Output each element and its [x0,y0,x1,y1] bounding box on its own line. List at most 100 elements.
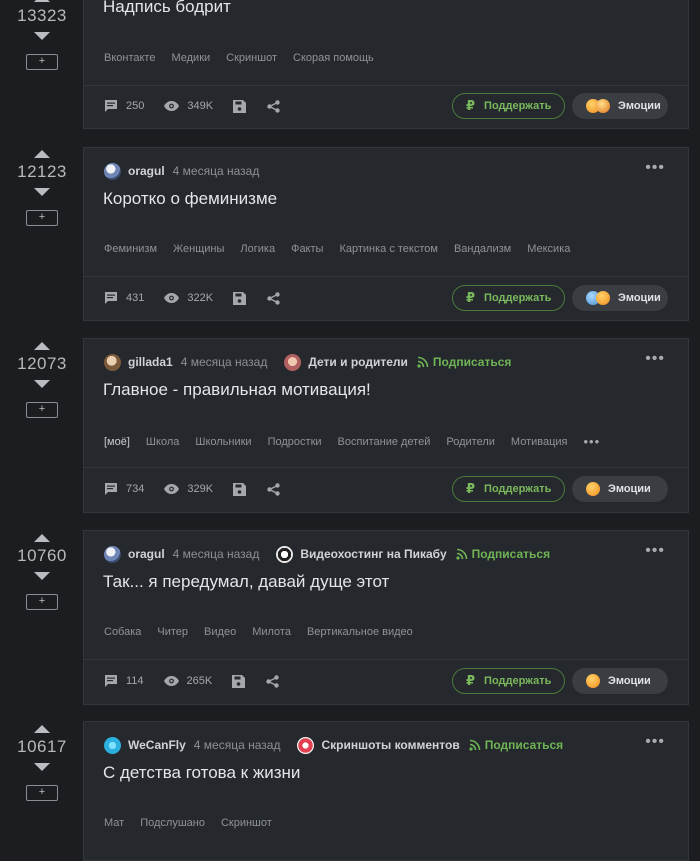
support-button[interactable]: ₽ Поддержать [452,476,565,502]
subscribe-label: Подписаться [432,355,512,369]
rss-icon [417,356,429,368]
share-icon [267,482,280,496]
tag[interactable]: Читер [157,626,188,638]
author-name[interactable]: oragul [128,164,165,178]
tag[interactable]: Подслушано [140,817,205,829]
support-button[interactable]: ₽ Поддержать [452,93,565,119]
ruble-icon: ₽ [466,98,476,113]
tag[interactable]: Феминизм [104,243,157,255]
tag[interactable]: Милота [252,626,291,638]
community-link[interactable]: Видеохостинг на Пикабу [276,545,447,563]
community-link[interactable]: Дети и родители [284,353,408,371]
more-dots-icon[interactable]: ••• [645,543,665,559]
upvote-button[interactable] [34,534,50,542]
post-title[interactable]: С детства готова к жизни [103,763,300,783]
rss-icon [469,739,481,751]
community-name: Дети и родители [308,355,408,369]
post-score: 12073 [17,354,67,373]
tag[interactable]: Медики [171,52,210,64]
tag[interactable]: Школа [146,436,179,448]
tag[interactable]: Вандализм [454,243,511,255]
comments-count[interactable]: 431 [104,291,144,305]
downvote-button[interactable] [34,32,50,40]
tag[interactable]: Собака [104,626,141,638]
comments-count[interactable]: 734 [104,482,144,496]
share-button[interactable] [267,99,280,113]
downvote-button[interactable] [34,572,50,580]
post-title[interactable]: Надпись бодрит [103,0,231,17]
community-avatar [297,736,315,754]
more-dots-icon[interactable]: ••• [645,160,665,176]
author-avatar[interactable] [104,353,121,371]
tag[interactable]: Подростки [268,436,322,448]
share-button[interactable] [267,482,280,496]
downvote-button[interactable] [34,763,50,771]
tag[interactable]: Скорая помощь [293,52,374,64]
expand-button[interactable]: + [26,210,58,226]
more-dots-icon[interactable]: ••• [645,351,665,367]
more-dots-icon[interactable]: ••• [645,734,665,750]
tag[interactable]: Школьники [195,436,251,448]
post-card: oragul 4 месяца назад Видеохостинг на Пи… [83,530,689,705]
post-meta: gillada1 4 месяца назад Дети и родители … [104,353,511,371]
tag[interactable]: Женщины [173,243,224,255]
author-avatar[interactable] [104,545,121,563]
post-card: WeCanFly 4 месяца назад Скриншоты коммен… [83,721,689,861]
tag[interactable]: Воспитание детей [338,436,431,448]
emotions-button[interactable]: Эмоции [572,93,668,119]
tag[interactable]: Мотивация [511,436,568,448]
tag[interactable]: Видео [204,626,236,638]
author-name[interactable]: WeCanFly [128,738,186,752]
save-button[interactable] [232,674,246,688]
comments-count[interactable]: 250 [104,99,144,113]
author-name[interactable]: oragul [128,547,165,561]
downvote-button[interactable] [34,380,50,388]
emotions-button[interactable]: Эмоции [572,476,668,502]
subscribe-button[interactable]: Подписаться [417,355,511,369]
tag[interactable]: Скриншот [226,52,277,64]
more-tags-button[interactable]: ••• [584,434,601,449]
vote-column: 12073 + [0,338,84,418]
tag[interactable]: Вертикальное видео [307,626,413,638]
share-button[interactable] [267,291,280,305]
tag[interactable]: Мат [104,817,124,829]
expand-button[interactable]: + [26,54,58,70]
tag[interactable]: Картинка с текстом [339,243,438,255]
tag[interactable]: Мексика [527,243,570,255]
expand-button[interactable]: + [26,594,58,610]
save-button[interactable] [233,482,247,496]
author-avatar[interactable] [104,162,121,180]
upvote-button[interactable] [34,725,50,733]
upvote-button[interactable] [34,0,50,2]
share-button[interactable] [266,674,279,688]
emotions-button[interactable]: Эмоции [572,285,668,311]
tag[interactable]: Скриншот [221,817,272,829]
tag[interactable]: Родители [446,436,495,448]
community-link[interactable]: Скриншоты комментов [297,736,460,754]
upvote-button[interactable] [34,150,50,158]
downvote-button[interactable] [34,188,50,196]
emotions-button[interactable]: Эмоции [572,668,668,694]
save-button[interactable] [233,291,247,305]
support-label: Поддержать [484,675,552,687]
save-button[interactable] [233,99,247,113]
tag[interactable]: Логика [240,243,275,255]
post-title[interactable]: Так... я передумал, давай дуще этот [103,572,389,592]
support-button[interactable]: ₽ Поддержать [452,285,565,311]
expand-button[interactable]: + [26,402,58,418]
subscribe-button[interactable]: Подписаться [456,547,550,561]
author-name[interactable]: gillada1 [128,355,173,369]
tag[interactable]: [моё] [104,436,130,448]
support-button[interactable]: ₽ Поддержать [452,668,565,694]
post-title[interactable]: Коротко о феминизме [103,189,277,209]
comments-count[interactable]: 114 [104,674,144,688]
subscribe-button[interactable]: Подписаться [469,738,563,752]
comments-count-value: 250 [126,100,145,112]
expand-button[interactable]: + [26,785,58,801]
upvote-button[interactable] [34,342,50,350]
tag[interactable]: Вконтакте [104,52,155,64]
tag[interactable]: Факты [291,243,323,255]
post-score: 12123 [17,162,67,181]
post-title[interactable]: Главное - правильная мотивация! [103,380,371,400]
author-avatar[interactable] [104,736,121,754]
